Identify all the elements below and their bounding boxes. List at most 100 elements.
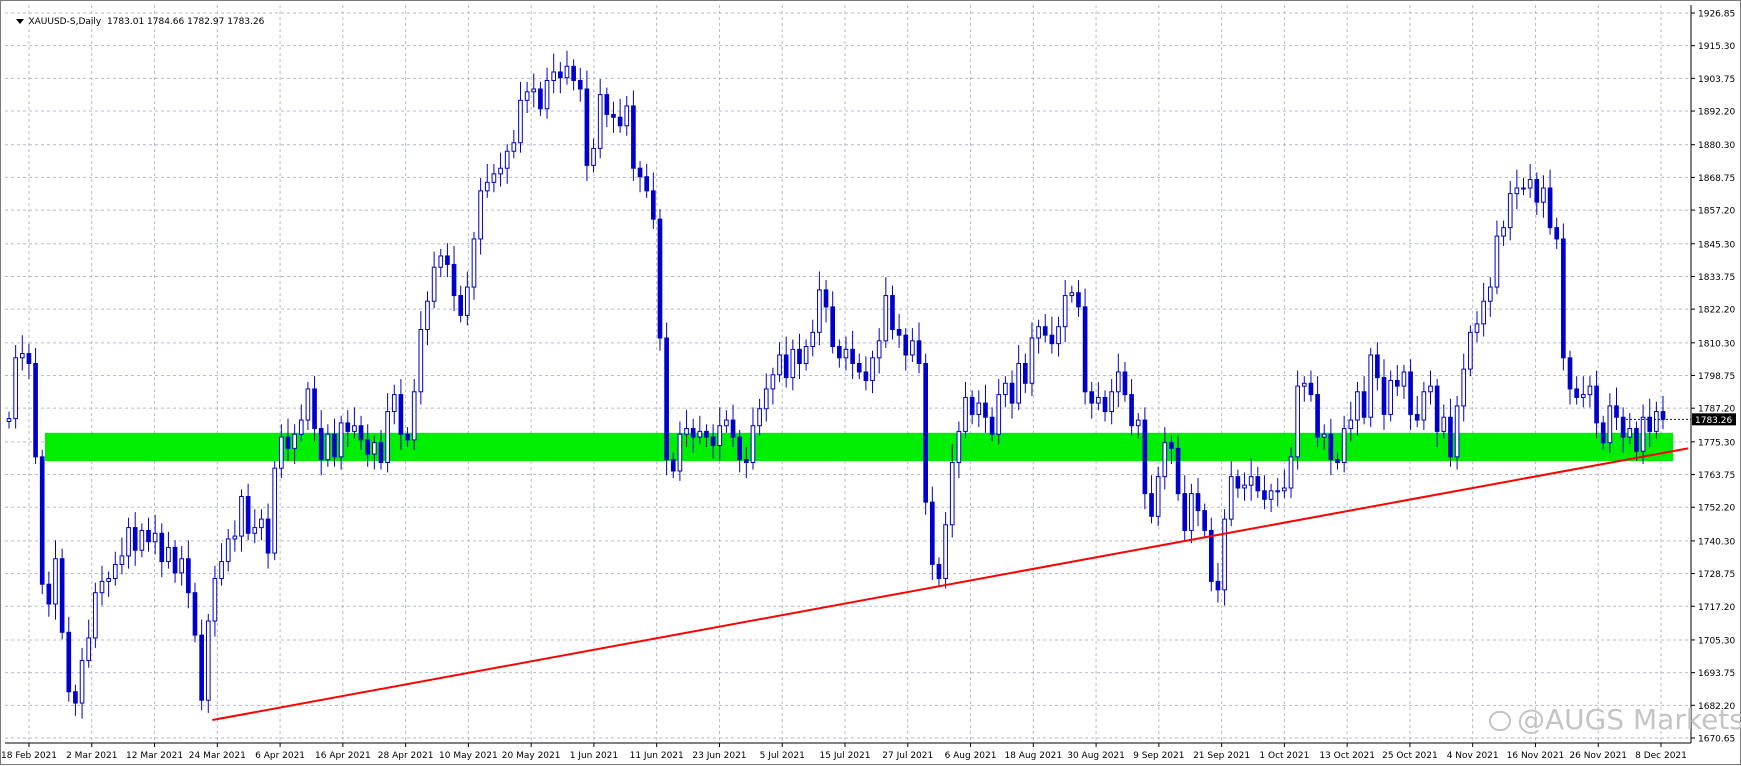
price-chart[interactable]: 1926.85 1915.30 1903.75 1892.20 1880.30 1868.… (1, 1, 1741, 766)
date-tick-label: 18 Feb 2021 (1, 751, 57, 761)
candle-body-up (372, 442, 377, 455)
candle-body-down (358, 425, 364, 441)
candle-body-up (239, 495, 244, 537)
candle-body-down (863, 371, 869, 381)
price-tick-label: 1775.30 (1698, 438, 1735, 448)
candle-body-up (1348, 419, 1354, 430)
candle-body-down (1554, 227, 1560, 240)
candle-body-up (338, 422, 344, 458)
candle-body-down (1328, 433, 1334, 461)
candle-body-up (1468, 331, 1473, 370)
candle (205, 613, 211, 713)
candle-body-down (850, 348, 855, 364)
candle (1042, 313, 1048, 343)
candle (1328, 418, 1334, 476)
candle-body-down (604, 94, 610, 115)
candle (1521, 178, 1526, 196)
candle-body-up (471, 238, 477, 288)
candle (1501, 220, 1506, 247)
candle (1102, 390, 1108, 422)
candle-body-up (1487, 286, 1493, 302)
candle-body-down (856, 362, 862, 373)
candle-body-up (876, 340, 882, 359)
candle-body-up (1248, 476, 1254, 486)
candle-body-up (498, 167, 503, 175)
candle-body-up (1275, 490, 1281, 493)
candle-body-up (591, 147, 596, 166)
candle (1036, 319, 1041, 354)
candle (1561, 223, 1566, 371)
candle-body-down (1534, 179, 1540, 203)
candle-body-down (929, 501, 935, 565)
candle-body-up (1474, 323, 1480, 333)
candle (1401, 364, 1407, 399)
candle (53, 540, 58, 620)
candle-body-up (1368, 354, 1374, 418)
candle-body-down (1547, 187, 1553, 229)
candle (59, 548, 65, 640)
candle (1235, 469, 1241, 498)
candle-body-down (365, 439, 371, 455)
candle-body-down (1375, 354, 1380, 379)
candle-body-up (478, 190, 483, 240)
candle-body-down (1208, 529, 1214, 582)
candle-body-up (99, 580, 105, 594)
candle (823, 279, 829, 323)
candle (1448, 398, 1453, 467)
candle (976, 390, 982, 428)
candle-body-up (305, 388, 311, 421)
candle-body-up (484, 181, 490, 192)
candle (1268, 483, 1274, 513)
candle-body-down (538, 88, 543, 110)
candle (1129, 379, 1134, 436)
candle-body-up (1441, 416, 1447, 432)
date-tick-label: 28 Apr 2021 (378, 751, 434, 761)
candle (1341, 415, 1347, 473)
candle-body-up (6, 418, 12, 422)
candle (644, 163, 650, 198)
candle (245, 483, 251, 541)
date-axis: 18 Feb 2021 2 Mar 2021 12 Mar 2021 24 Mar 2… (1, 743, 1687, 761)
candle-body-down (730, 419, 736, 438)
price-tick-label: 1880.30 (1698, 141, 1735, 151)
candle (1082, 288, 1088, 405)
candle (139, 523, 145, 558)
candle (910, 328, 915, 363)
candle-body-up (1527, 179, 1533, 189)
candle-body-down (743, 459, 749, 464)
candle-body-down (783, 354, 789, 379)
candle-body-down (836, 345, 842, 359)
dropdown-triangle-icon[interactable] (16, 19, 25, 24)
candle (1282, 469, 1287, 498)
candle-body-up (352, 425, 357, 432)
candle-body-up (272, 467, 278, 554)
candle (1301, 376, 1307, 402)
candle-body-up (777, 354, 782, 376)
candle (498, 152, 503, 187)
candle (604, 87, 610, 128)
candle-body-down (132, 527, 138, 551)
candle-body-up (411, 391, 417, 441)
candle (1069, 285, 1075, 303)
candle (66, 616, 72, 702)
candle-body-up (465, 286, 470, 316)
candle (817, 271, 822, 346)
date-tick-label: 12 Mar 2021 (126, 751, 183, 761)
chart-window[interactable]: 1926.85 1915.30 1903.75 1892.20 1880.30 1868.… (0, 0, 1741, 765)
candle (790, 339, 796, 391)
candle-body-up (1428, 385, 1433, 393)
candle (1089, 381, 1095, 419)
candle (212, 565, 218, 637)
candle-body-down (823, 289, 829, 308)
candle (172, 540, 178, 583)
candle-body-up (1321, 433, 1327, 438)
candle (1295, 370, 1300, 470)
date-tick-label: 15 Jul 2021 (820, 751, 871, 761)
candle-body-down (617, 116, 623, 127)
price-tick-label: 1926.85 (1698, 10, 1735, 20)
candle (564, 50, 570, 85)
candle-body-up (79, 660, 85, 704)
candle-body-up (491, 173, 497, 183)
price-tick-label: 1740.30 (1698, 537, 1735, 547)
candle-body-down (199, 634, 204, 701)
